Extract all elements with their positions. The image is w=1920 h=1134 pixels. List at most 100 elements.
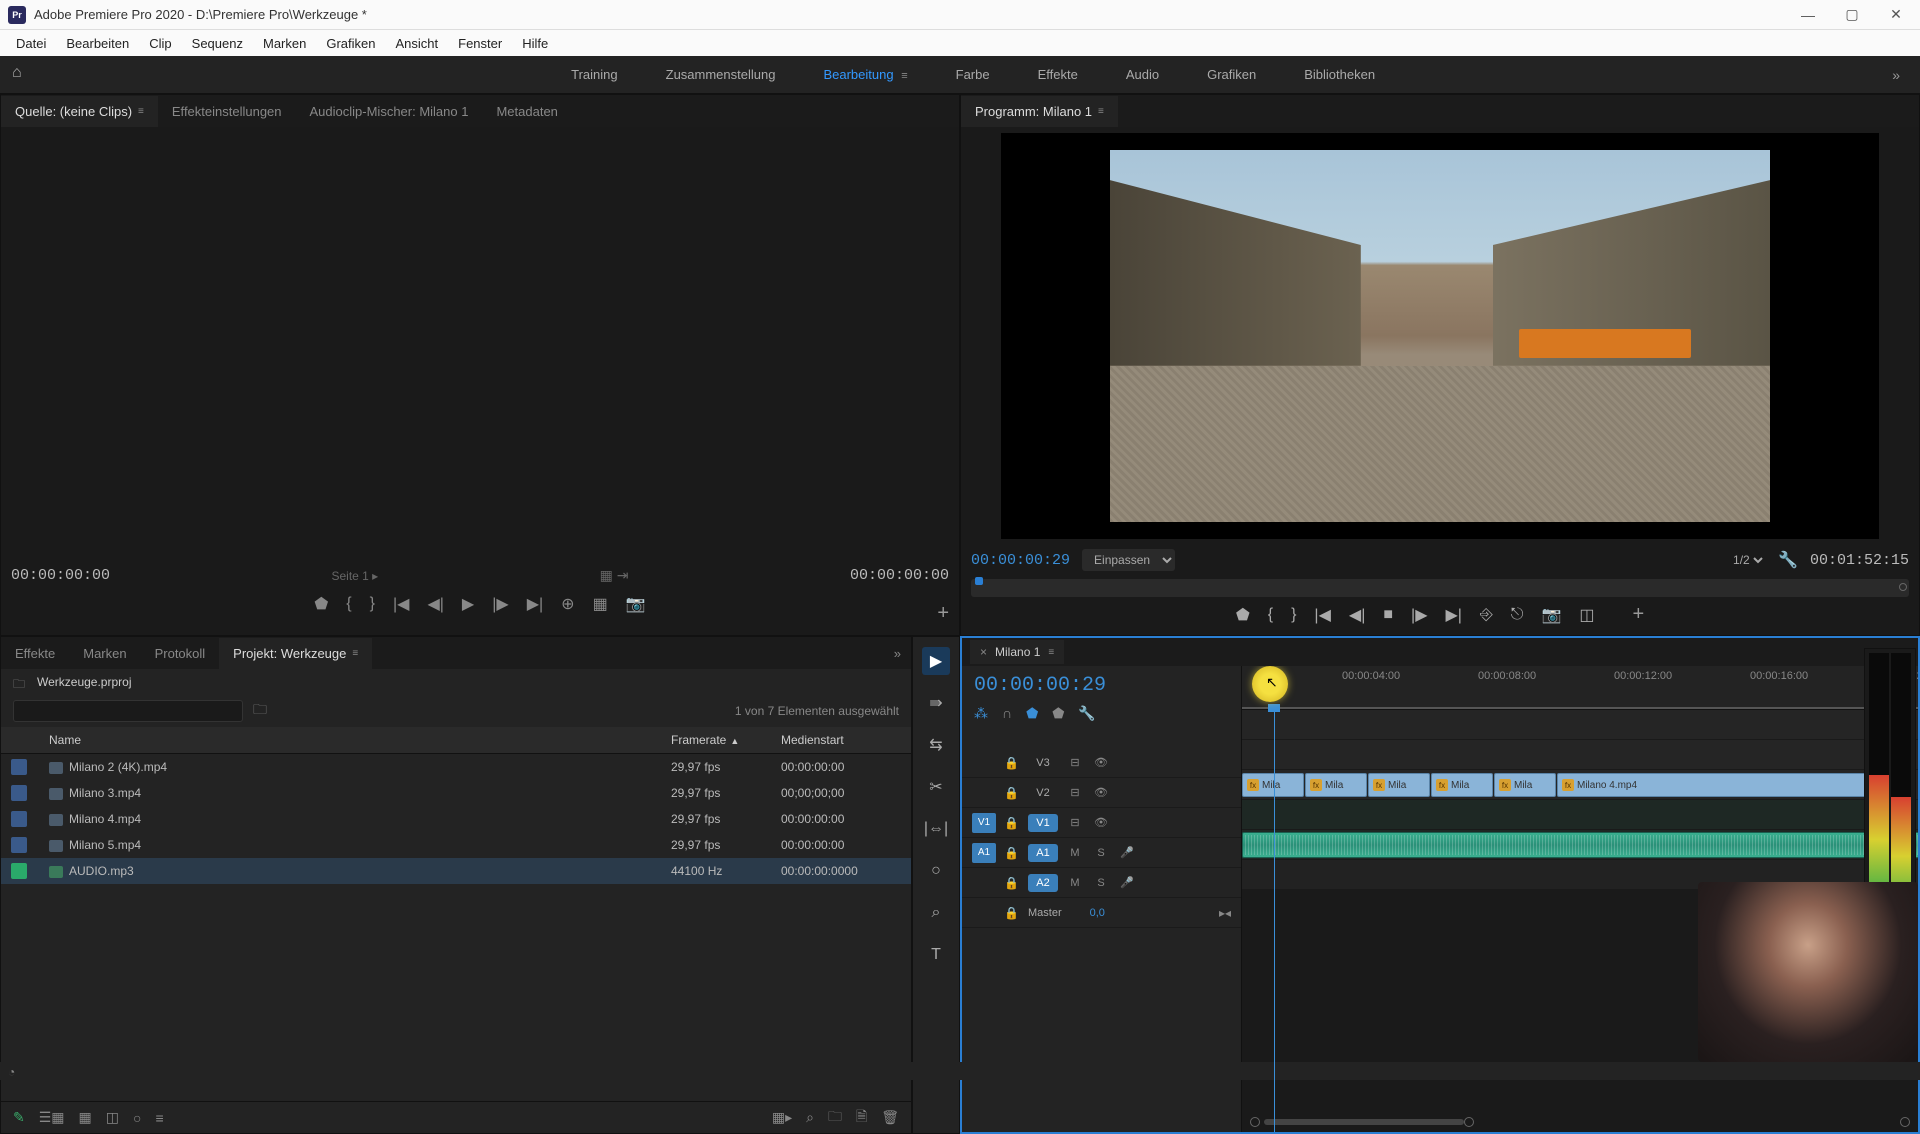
- toggle-output-icon[interactable]: 👁: [1092, 786, 1110, 799]
- label-chip[interactable]: [11, 837, 27, 853]
- menu-fenster[interactable]: Fenster: [448, 32, 512, 55]
- lock-icon[interactable]: 🔒: [1004, 816, 1020, 830]
- tab-audioclip-mischer[interactable]: Audioclip-Mischer: Milano 1: [296, 96, 483, 127]
- workspace-effekte[interactable]: Effekte: [1014, 57, 1102, 92]
- mute-button[interactable]: M: [1066, 847, 1084, 859]
- tab-metadaten[interactable]: Metadaten: [482, 96, 571, 127]
- tab-menu-icon[interactable]: ≡: [1098, 106, 1104, 117]
- track-label[interactable]: V3: [1028, 754, 1058, 772]
- sync-lock-icon[interactable]: ⊟: [1066, 756, 1084, 769]
- type-tool-icon[interactable]: T: [922, 941, 950, 969]
- source-insert-icon[interactable]: ▦ ⇥: [600, 567, 629, 584]
- export-frame-icon[interactable]: 📷: [1541, 605, 1561, 625]
- timeline-scrollbar[interactable]: [1242, 1112, 1918, 1132]
- track-v2-lane[interactable]: [1242, 740, 1918, 770]
- tab-programm[interactable]: Programm: Milano 1 ≡: [961, 96, 1118, 127]
- label-chip[interactable]: [11, 811, 27, 827]
- source-page-label[interactable]: Seite 1 ▸: [331, 569, 378, 583]
- timeline-ruler[interactable]: ↖ 00:00:04:00 00:00:08:00 00:00:12:00 00…: [1242, 666, 1918, 710]
- add-button-icon[interactable]: +: [937, 602, 949, 625]
- freeform-view-icon[interactable]: ◫: [106, 1109, 119, 1126]
- solo-button[interactable]: S: [1092, 847, 1110, 859]
- label-chip[interactable]: [11, 785, 27, 801]
- menu-hilfe[interactable]: Hilfe: [512, 32, 558, 55]
- program-viewer[interactable]: [1001, 133, 1879, 539]
- lift-icon[interactable]: ⎆: [1480, 606, 1493, 624]
- track-a1-lane[interactable]: [1242, 800, 1918, 830]
- label-chip[interactable]: [11, 759, 27, 775]
- snap-icon[interactable]: ⁂: [974, 705, 988, 722]
- sort-icon[interactable]: ≡: [155, 1110, 163, 1126]
- settings-icon[interactable]: 🔧: [1078, 705, 1095, 722]
- track-a1[interactable]: A1 🔒 A1 M S 🎤: [962, 838, 1241, 868]
- col-framerate[interactable]: Framerate▲: [671, 733, 781, 747]
- in-point-icon[interactable]: {: [346, 595, 351, 613]
- fx-badge-icon[interactable]: fx: [1562, 779, 1574, 791]
- source-patch-a1[interactable]: A1: [972, 843, 996, 863]
- vscroll-handle[interactable]: [1900, 1117, 1910, 1127]
- ripple-edit-tool-icon[interactable]: ⇆: [922, 731, 950, 759]
- close-button[interactable]: ✕: [1888, 7, 1904, 23]
- track-v3[interactable]: 🔒 V3 ⊟ 👁: [962, 748, 1241, 778]
- timeline-tc[interactable]: 00:00:00:29: [974, 674, 1229, 697]
- lock-icon[interactable]: 🔒: [1004, 906, 1020, 920]
- step-back-icon[interactable]: ◀|: [1349, 605, 1365, 625]
- razor-tool-icon[interactable]: ✂: [922, 773, 950, 801]
- sync-lock-icon[interactable]: ⊟: [1066, 786, 1084, 799]
- panel-overflow-icon[interactable]: »: [884, 646, 911, 661]
- col-medienstart[interactable]: Medienstart: [781, 733, 901, 747]
- playhead-line[interactable]: [1274, 710, 1275, 1132]
- out-point-icon[interactable]: }: [1291, 606, 1296, 624]
- voiceover-icon[interactable]: 🎤: [1118, 846, 1136, 859]
- fx-badge-icon[interactable]: fx: [1499, 779, 1511, 791]
- track-select-tool-icon[interactable]: ⇛: [922, 689, 950, 717]
- table-row[interactable]: AUDIO.mp344100 Hz00:00:00:0000: [1, 858, 911, 884]
- selection-tool-icon[interactable]: ▶: [922, 647, 950, 675]
- track-a2[interactable]: 🔒 A2 M S 🎤: [962, 868, 1241, 898]
- fit-select[interactable]: Einpassen: [1082, 549, 1175, 571]
- pencil-icon[interactable]: ✎: [13, 1109, 25, 1126]
- search-input[interactable]: [13, 700, 243, 722]
- tab-menu-icon[interactable]: ≡: [1048, 647, 1054, 658]
- new-item-icon[interactable]: 🗎: [856, 1106, 867, 1130]
- track-v1[interactable]: V1 🔒 V1 ⊟ 👁: [962, 808, 1241, 838]
- add-button-icon[interactable]: +: [1632, 603, 1644, 626]
- step-back-icon[interactable]: ◀|: [427, 594, 443, 614]
- stop-icon[interactable]: ■: [1383, 606, 1393, 624]
- marker-icon[interactable]: ⬟: [314, 594, 328, 614]
- tab-menu-icon[interactable]: ≡: [352, 648, 358, 659]
- goto-out-icon[interactable]: ▶|: [1446, 605, 1462, 625]
- menu-marken[interactable]: Marken: [253, 32, 316, 55]
- track-a2-lane[interactable]: [1242, 830, 1918, 860]
- zoom-select[interactable]: 1/2: [1729, 552, 1766, 568]
- track-v3-lane[interactable]: [1242, 710, 1918, 740]
- menu-clip[interactable]: Clip: [139, 32, 181, 55]
- track-label[interactable]: V2: [1028, 784, 1058, 802]
- find-icon[interactable]: ⌕: [806, 1109, 814, 1126]
- menu-bearbeiten[interactable]: Bearbeiten: [56, 32, 139, 55]
- marker-icon[interactable]: ⬟: [1236, 605, 1250, 625]
- zoom-handle-right[interactable]: [1464, 1117, 1474, 1127]
- comparison-icon[interactable]: ◫: [1579, 605, 1594, 625]
- video-clip[interactable]: fxMila: [1242, 773, 1304, 797]
- lock-icon[interactable]: 🔒: [1004, 876, 1020, 890]
- table-row[interactable]: Milano 3.mp429,97 fps00;00;00;00: [1, 780, 911, 806]
- in-point-icon[interactable]: {: [1268, 606, 1273, 624]
- track-v2[interactable]: 🔒 V2 ⊟ 👁: [962, 778, 1241, 808]
- close-tab-icon[interactable]: ×: [980, 645, 987, 659]
- source-tc-left[interactable]: 00:00:00:00: [11, 567, 110, 584]
- goto-in-icon[interactable]: |◀: [1314, 605, 1330, 625]
- pen-tool-icon[interactable]: ○: [922, 857, 950, 885]
- step-fwd-icon[interactable]: |▶: [492, 594, 508, 614]
- menu-grafiken[interactable]: Grafiken: [316, 32, 385, 55]
- video-clip[interactable]: fxMila: [1368, 773, 1430, 797]
- video-clip[interactable]: fxMila: [1494, 773, 1556, 797]
- workspace-menu-icon[interactable]: ≡: [901, 70, 907, 82]
- lock-icon[interactable]: 🔒: [1004, 846, 1020, 860]
- expand-icon[interactable]: ▸◂: [1219, 906, 1231, 920]
- audio-clip[interactable]: [1242, 832, 1918, 858]
- zoom-handle-left[interactable]: [1250, 1117, 1260, 1127]
- voiceover-icon[interactable]: 🎤: [1118, 876, 1136, 889]
- program-ruler[interactable]: [971, 579, 1909, 597]
- workspace-grafiken[interactable]: Grafiken: [1183, 57, 1280, 92]
